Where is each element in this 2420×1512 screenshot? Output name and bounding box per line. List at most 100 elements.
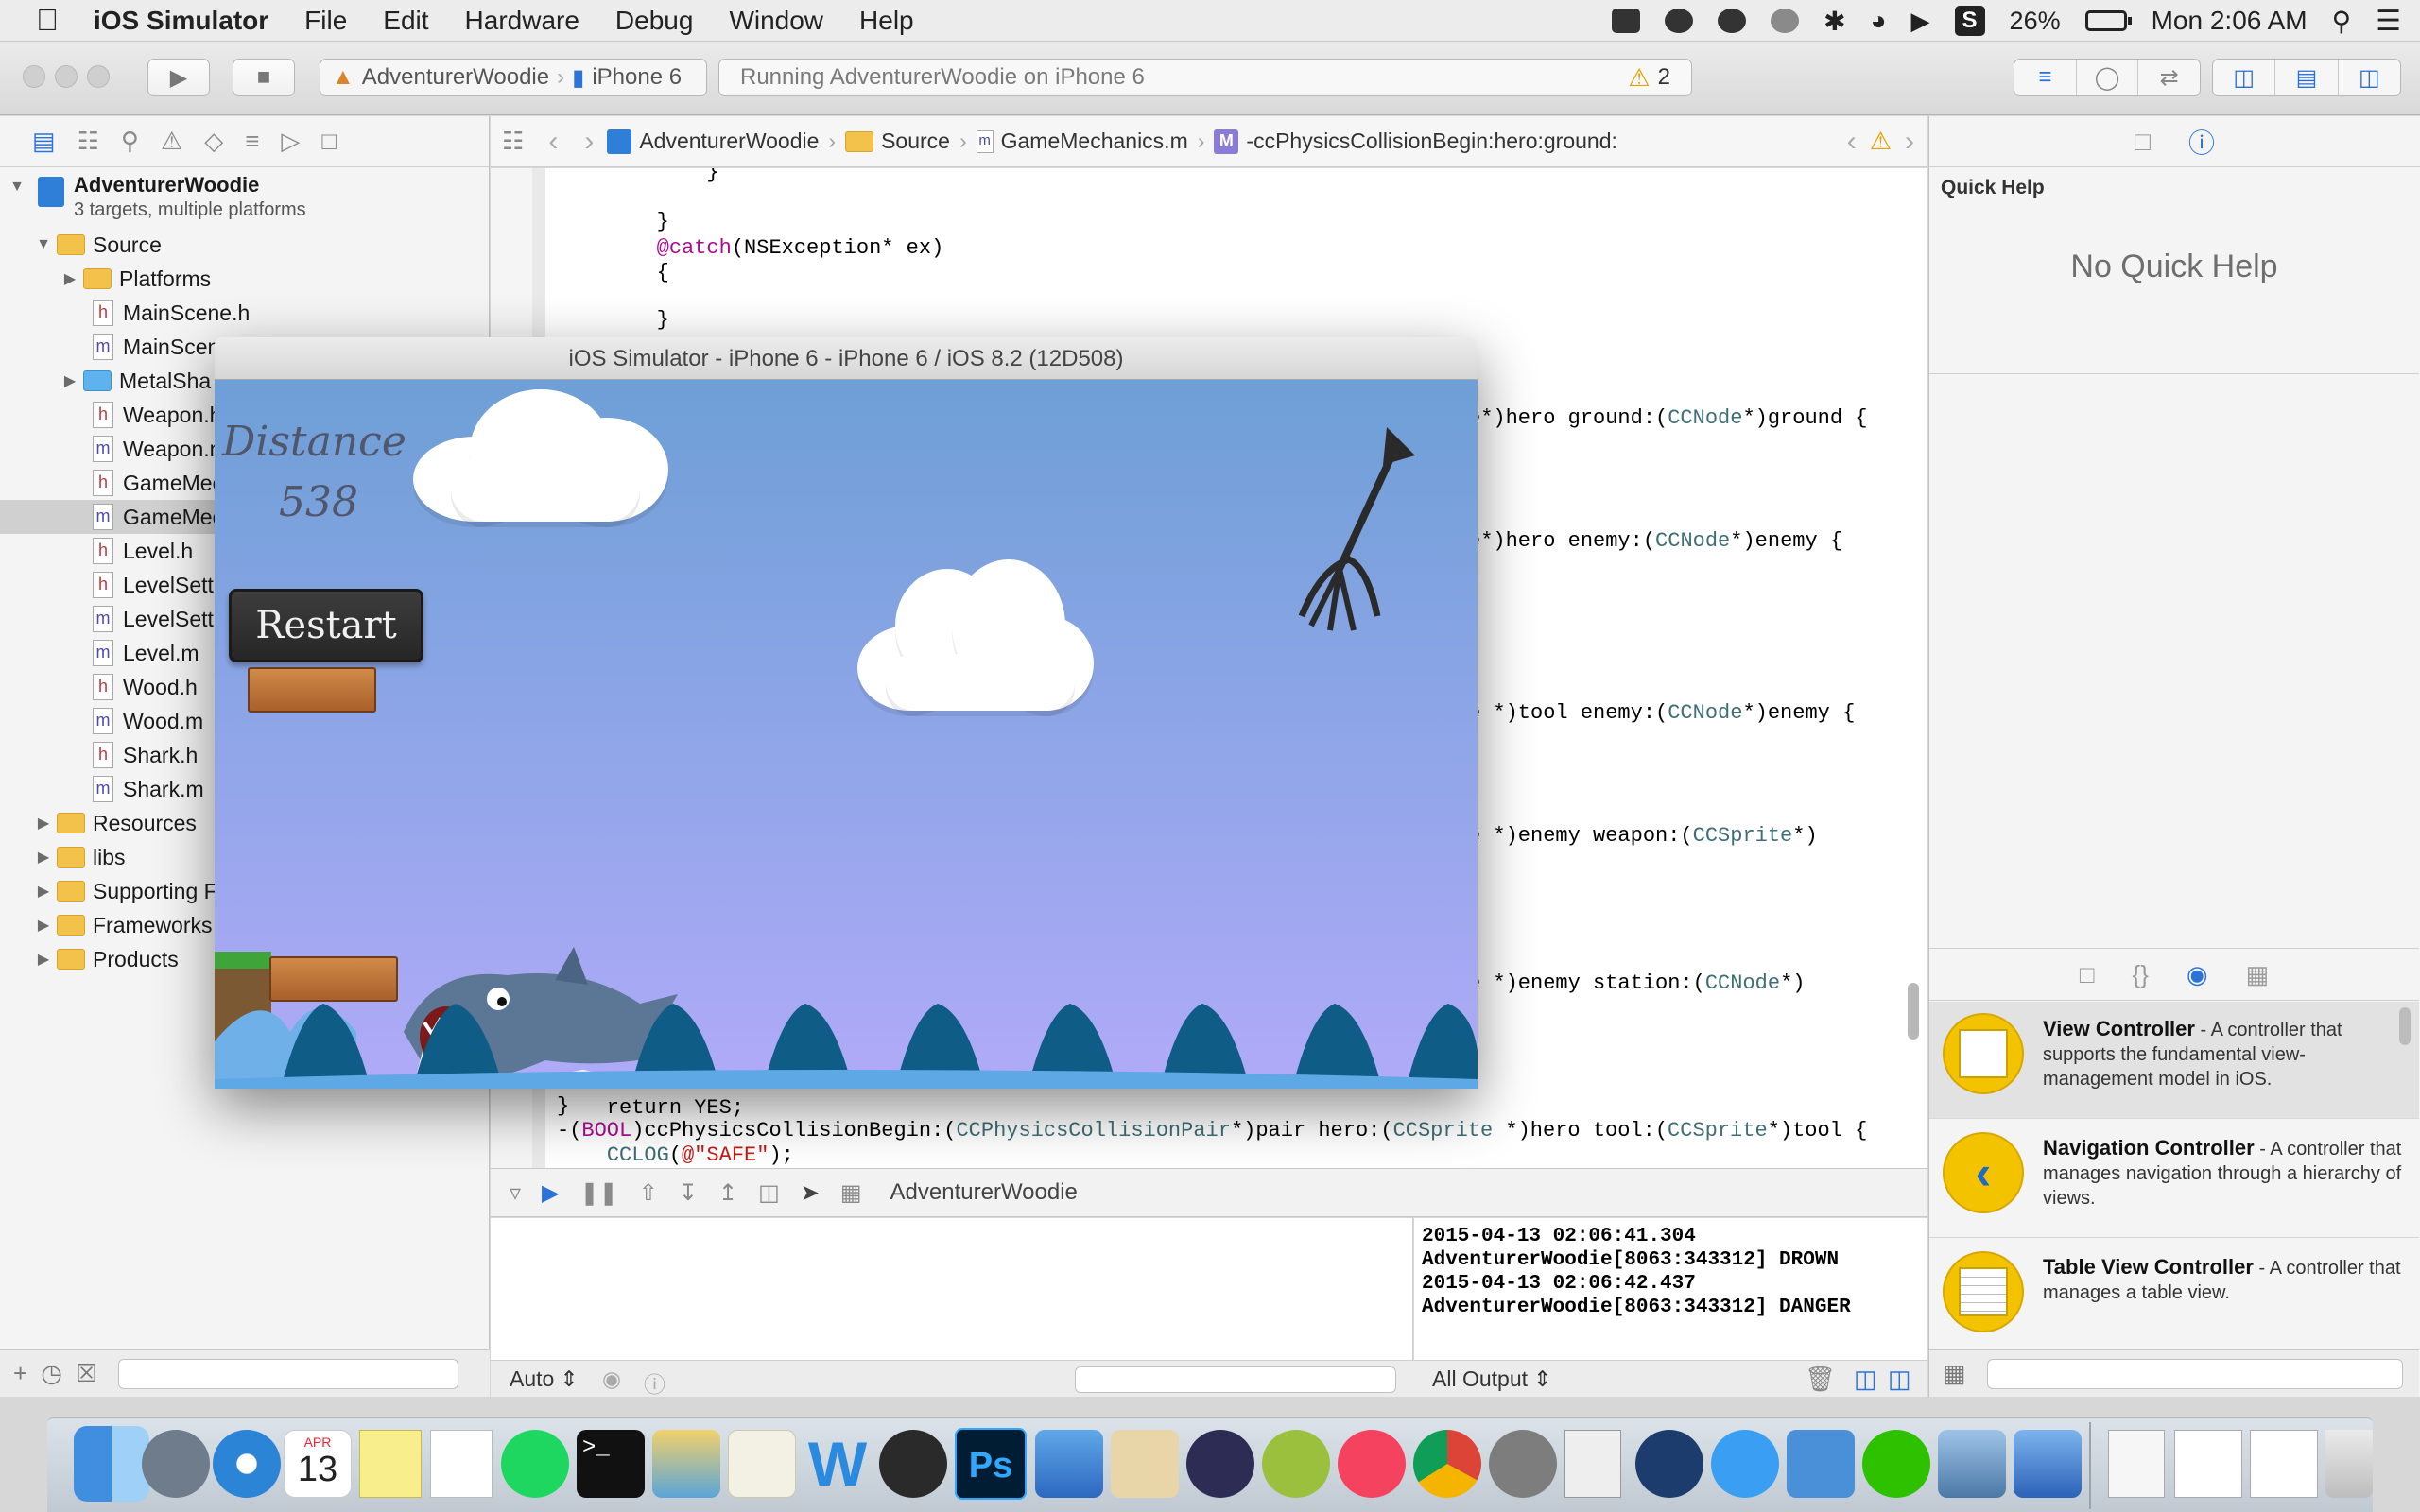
disclosure-closed-icon[interactable]: ▶ bbox=[34, 848, 53, 867]
show-console-icon[interactable]: ◫ bbox=[1888, 1365, 1911, 1394]
library-item-table-view-controller[interactable]: Table View Controller - A controller tha… bbox=[1929, 1240, 2419, 1357]
quicktime-icon[interactable] bbox=[1635, 1430, 1703, 1498]
cloud-status-icon[interactable] bbox=[1718, 9, 1747, 33]
variables-filter-field[interactable] bbox=[1075, 1366, 1396, 1393]
tree-folder-source[interactable]: ▼ Source bbox=[0, 228, 490, 262]
menu-edit[interactable]: Edit bbox=[365, 6, 446, 36]
editor-scroll-thumb[interactable] bbox=[1908, 983, 1919, 1040]
evernote-icon[interactable] bbox=[879, 1430, 947, 1498]
chrome-icon[interactable] bbox=[1413, 1430, 1481, 1498]
tree-file-mainscene-h[interactable]: h MainScene.h bbox=[0, 296, 490, 330]
object-library-icon[interactable]: ◉ bbox=[2187, 960, 2208, 989]
spotlight-icon[interactable]: ⚲ bbox=[2332, 6, 2352, 37]
xcode-icon[interactable] bbox=[1035, 1430, 1103, 1498]
preview-icon[interactable] bbox=[652, 1430, 720, 1498]
menu-help[interactable]: Help bbox=[841, 6, 932, 36]
minimize-window-button[interactable] bbox=[55, 65, 78, 88]
search-status-icon[interactable] bbox=[1665, 9, 1694, 33]
itunes-icon[interactable] bbox=[1338, 1430, 1406, 1498]
android-studio-icon[interactable] bbox=[1262, 1430, 1330, 1498]
breadcrumb-file[interactable]: m GameMechanics.m bbox=[976, 129, 1188, 154]
step-out-icon[interactable]: ↥ bbox=[718, 1179, 737, 1207]
downloads-stack-icon[interactable] bbox=[2108, 1430, 2165, 1498]
next-issue-icon[interactable]: › bbox=[1892, 126, 1927, 158]
find-navigator-tab-icon[interactable]: ⚲ bbox=[121, 127, 139, 156]
battery-percent[interactable]: 26% bbox=[2010, 7, 2061, 36]
disclosure-closed-icon[interactable]: ▶ bbox=[34, 882, 53, 901]
menu-app-name[interactable]: iOS Simulator bbox=[76, 6, 286, 36]
breakpoint-navigator-tab-icon[interactable]: ▷ bbox=[281, 127, 300, 156]
quick-look-icon[interactable]: ◉ bbox=[602, 1366, 621, 1392]
disclosure-open-icon[interactable]: ▼ bbox=[34, 236, 53, 253]
variables-scope-popup[interactable]: Auto ⇕ bbox=[510, 1366, 579, 1392]
back-arrow-icon[interactable]: ‹ bbox=[535, 126, 571, 158]
quick-help-tab-icon[interactable]: ⓘ bbox=[2188, 123, 2215, 161]
breadcrumb-project[interactable]: AdventurerWoodie bbox=[607, 129, 819, 154]
xcode-alt-icon[interactable] bbox=[2014, 1430, 2082, 1498]
close-window-button[interactable] bbox=[23, 65, 45, 88]
toggle-debug-area-icon[interactable]: ▤ bbox=[2275, 60, 2339, 95]
trash-dock-icon[interactable] bbox=[2325, 1430, 2373, 1498]
terminal-icon[interactable]: >_ bbox=[577, 1430, 645, 1498]
simulate-location-icon[interactable]: ➤ bbox=[801, 1179, 820, 1207]
pages-icon[interactable] bbox=[728, 1430, 796, 1498]
system-preferences-icon[interactable] bbox=[1489, 1430, 1557, 1498]
view-debugging-icon[interactable]: ◫ bbox=[758, 1179, 780, 1207]
menu-hardware[interactable]: Hardware bbox=[447, 6, 597, 36]
document-stack-icon[interactable] bbox=[2250, 1430, 2318, 1498]
grid-view-icon[interactable]: ▦ bbox=[1943, 1359, 1966, 1388]
restart-button[interactable]: Restart bbox=[229, 589, 424, 662]
wechat-status-icon[interactable] bbox=[1612, 9, 1641, 33]
show-variables-icon[interactable]: ◫ bbox=[1854, 1365, 1877, 1394]
simulator-title-bar[interactable]: iOS Simulator - iPhone 6 - iPhone 6 / iO… bbox=[215, 337, 1478, 380]
related-items-icon[interactable]: ☷ bbox=[491, 127, 535, 156]
toggle-utilities-icon[interactable]: ◫ bbox=[2339, 60, 2400, 95]
textedit-icon[interactable] bbox=[1564, 1430, 1621, 1498]
calendar-icon[interactable]: APR 13 bbox=[284, 1430, 352, 1498]
warning-icon[interactable]: ⚠ bbox=[1628, 63, 1650, 93]
forward-arrow-icon[interactable]: › bbox=[571, 126, 607, 158]
navigator-filter-field[interactable] bbox=[118, 1358, 459, 1389]
notification-center-icon[interactable]: ☰ bbox=[2376, 5, 2401, 38]
zoom-window-button[interactable] bbox=[87, 65, 110, 88]
issue-warning-icon[interactable]: ⚠ bbox=[1870, 127, 1892, 156]
breakpoints-toggle-icon[interactable]: ▶ bbox=[542, 1179, 559, 1207]
menu-debug[interactable]: Debug bbox=[597, 6, 712, 36]
breadcrumb-method[interactable]: M -ccPhysicsCollisionBegin:hero:ground: bbox=[1214, 129, 1617, 154]
disclosure-closed-icon[interactable]: ▶ bbox=[34, 916, 53, 935]
project-row[interactable]: ▼ AdventurerWoodie 3 targets, multiple p… bbox=[0, 169, 490, 222]
disclosure-closed-icon[interactable]: ▶ bbox=[34, 814, 53, 833]
step-over-icon[interactable]: ⇧ bbox=[639, 1179, 658, 1207]
eclipse-icon[interactable] bbox=[1186, 1430, 1254, 1498]
media-library-icon[interactable]: ▦ bbox=[2246, 960, 2270, 989]
disclosure-closed-icon[interactable]: ▶ bbox=[60, 269, 79, 288]
pause-icon[interactable]: ❚❚ bbox=[580, 1179, 618, 1207]
console-output-popup[interactable]: All Output ⇕ bbox=[1432, 1366, 1551, 1392]
step-into-icon[interactable]: ↧ bbox=[679, 1179, 698, 1207]
menu-window[interactable]: Window bbox=[711, 6, 841, 36]
scheme-selector[interactable]: ▲ AdventurerWoodie › ▮ iPhone 6 bbox=[320, 59, 707, 96]
assistant-editor-icon[interactable]: ◯ bbox=[2077, 60, 2139, 95]
finder-icon[interactable] bbox=[74, 1426, 149, 1502]
code-snippet-library-icon[interactable]: {} bbox=[2133, 960, 2149, 989]
hide-debug-area-icon[interactable]: ▿ bbox=[510, 1179, 521, 1207]
apple-menu-icon[interactable]:  bbox=[19, 3, 76, 38]
toggle-navigator-icon[interactable]: ◫ bbox=[2213, 60, 2276, 95]
messages-icon[interactable] bbox=[1711, 1430, 1779, 1498]
breadcrumb-group[interactable]: Source bbox=[845, 129, 950, 154]
time-machine-icon[interactable] bbox=[1771, 9, 1800, 33]
version-editor-icon[interactable]: ⇄ bbox=[2138, 60, 2200, 95]
file-inspector-tab-icon[interactable]: □ bbox=[2135, 127, 2151, 157]
info-icon[interactable]: ⓘ bbox=[644, 1366, 666, 1399]
photoshop-icon[interactable]: Ps bbox=[955, 1428, 1027, 1500]
standard-editor-icon[interactable]: ≡ bbox=[2014, 60, 2077, 95]
word-icon[interactable]: W bbox=[804, 1428, 872, 1500]
wifi-icon[interactable]: ◕ bbox=[1871, 6, 1887, 36]
wechat-icon[interactable] bbox=[1862, 1430, 1930, 1498]
extra-app-icon[interactable]: S bbox=[1954, 6, 1985, 36]
file-template-library-icon[interactable]: □ bbox=[2080, 960, 2095, 989]
launchpad-icon[interactable] bbox=[142, 1430, 210, 1498]
project-navigator-tab-icon[interactable]: ▤ bbox=[32, 127, 56, 156]
recent-files-icon[interactable]: ◷ bbox=[41, 1359, 62, 1388]
source-control-filter-icon[interactable]: ☒ bbox=[76, 1359, 97, 1388]
